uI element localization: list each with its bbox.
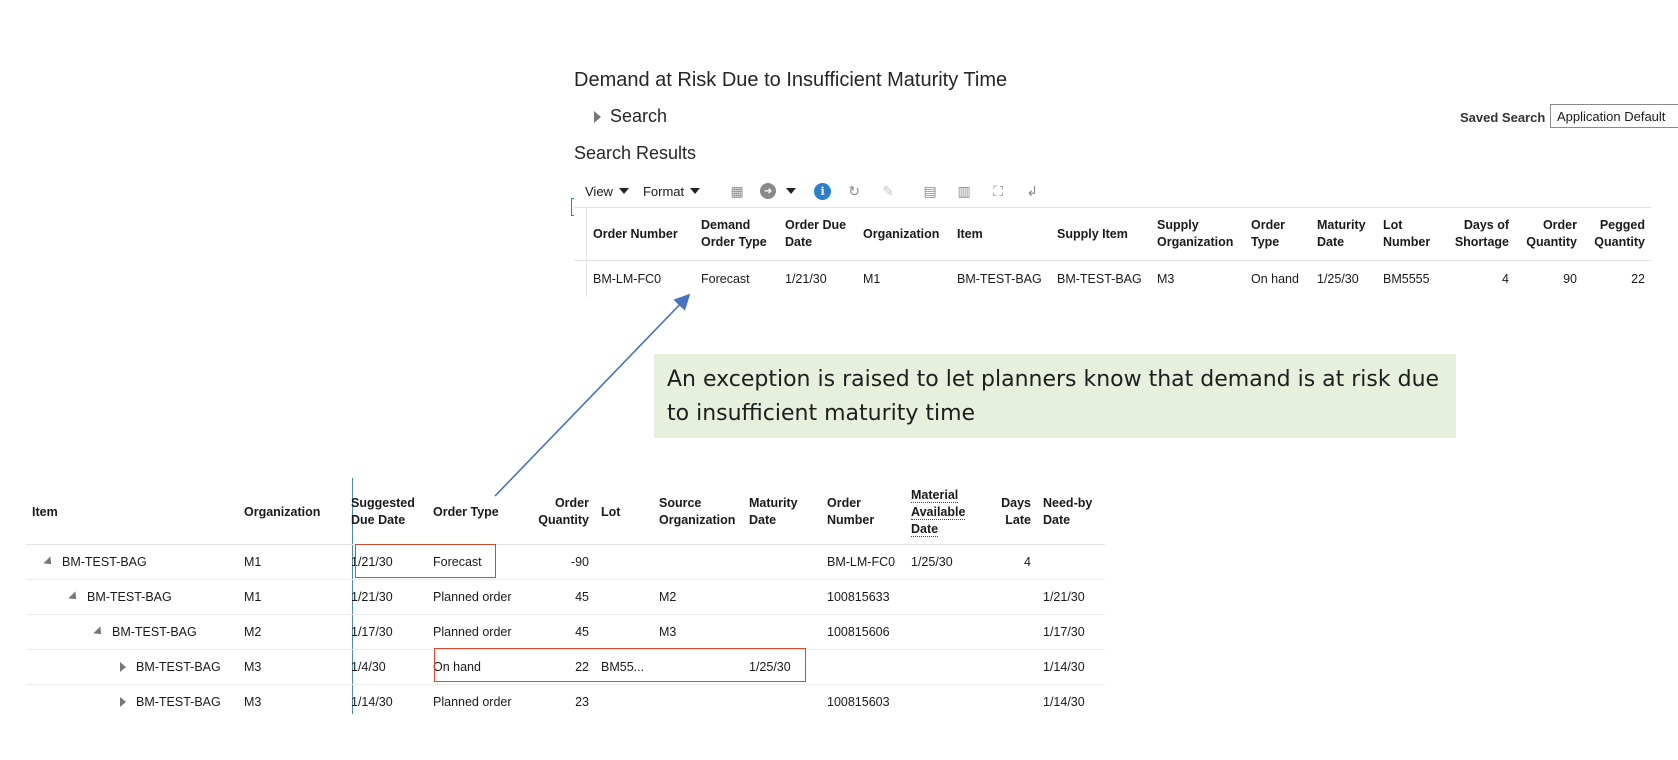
annotation-arrow — [494, 293, 691, 497]
